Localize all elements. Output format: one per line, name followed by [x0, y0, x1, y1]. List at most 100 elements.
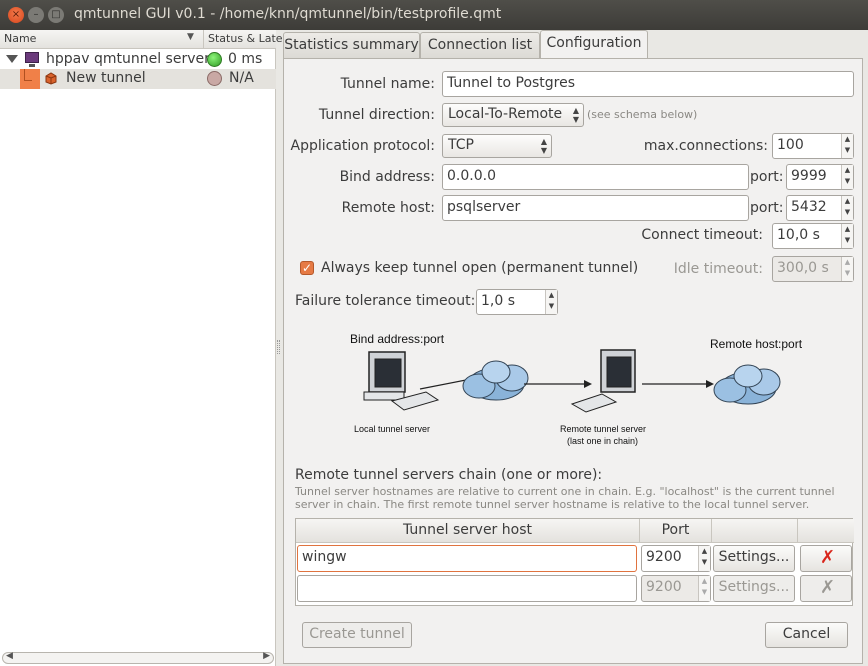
bind-port-spinbox[interactable]: 9999 ▲ ▼ [786, 164, 854, 190]
remote-cloud-icon [713, 364, 781, 405]
spin-arrows-icon[interactable]: ▲ ▼ [698, 576, 710, 601]
direction-hint: (see schema below) [587, 108, 698, 121]
chain-table: Tunnel server host Port wingw 9200 ▲ ▼ Se… [295, 518, 854, 606]
idle-timeout-label: Idle timeout: [673, 261, 763, 277]
tree-branch-line [24, 69, 32, 81]
chain-port-value: 9200 [646, 549, 682, 565]
spin-arrows-icon[interactable]: ▲ ▼ [841, 165, 853, 189]
idle-timeout-value: 300,0 s [777, 260, 829, 276]
bind-address-input[interactable]: 0.0.0.0 [442, 164, 749, 190]
always-open-label[interactable]: Always keep tunnel open (permanent tunne… [321, 260, 638, 276]
chain-host-input[interactable]: wingw [297, 545, 637, 572]
connect-timeout-spinbox[interactable]: 10,0 s ▲ ▼ [772, 223, 854, 249]
protocol-value: TCP [448, 137, 474, 153]
col-header-host[interactable]: Tunnel server host [296, 519, 640, 543]
remove-x-icon: ✗ [820, 547, 836, 568]
col-header-settings [712, 519, 798, 543]
expand-arrow-icon[interactable] [6, 55, 18, 63]
remote-port-label: port: [750, 200, 784, 216]
failure-tolerance-label: Failure tolerance timeout: [295, 293, 476, 309]
chain-remove-button-disabled[interactable]: ✗ [800, 575, 852, 602]
spin-arrows-icon[interactable]: ▲ ▼ [841, 257, 853, 281]
tab-configuration[interactable]: Configuration [540, 30, 648, 59]
remote-host-input[interactable]: psqlserver [442, 195, 749, 221]
tunnel-name-input[interactable]: Tunnel to Postgres [442, 71, 854, 97]
chain-settings-button-disabled[interactable]: Settings... [713, 575, 795, 602]
updown-arrows-icon: ▲ ▼ [540, 137, 547, 155]
remote-host-label: Remote host: [341, 200, 435, 216]
chain-host-input-empty[interactable] [297, 575, 637, 602]
max-connections-label: max.connections: [643, 138, 768, 154]
max-connections-spinbox[interactable]: 100 ▲ ▼ [772, 133, 854, 159]
chain-settings-button[interactable]: Settings... [713, 545, 795, 572]
pane-splitter[interactable] [277, 340, 280, 354]
remove-x-icon: ✗ [820, 577, 836, 598]
title-bar: × – □ qmtunnel GUI v0.1 - /home/knn/qmtu… [0, 0, 868, 30]
diagram-remote-server-label: Remote tunnel server [560, 424, 647, 434]
server-status: 0 ms [228, 51, 263, 67]
tunnel-direction-label: Tunnel direction: [318, 107, 435, 123]
horizontal-scrollbar[interactable]: ◀ ▶ [2, 651, 274, 664]
tab-statistics-summary[interactable]: Statistics summary [283, 32, 420, 58]
local-computer-icon [363, 351, 440, 411]
tunnel-schema-diagram: Bind address:port Remote host:port Local… [334, 314, 834, 454]
bind-port-value: 9999 [791, 168, 827, 184]
diagram-local-server-label: Local tunnel server [354, 424, 431, 434]
connect-timeout-label: Connect timeout: [641, 227, 763, 243]
configuration-panel: Tunnel name: Tunnel to Postgres Tunnel d… [283, 58, 863, 664]
tunnel-direction-select[interactable]: Local-To-Remote ▲ ▼ [442, 103, 584, 127]
server-label: hppav qmtunnel server [46, 51, 210, 67]
spin-arrows-icon[interactable]: ▲ ▼ [841, 196, 853, 220]
chain-title: Remote tunnel servers chain (one or more… [295, 467, 603, 483]
connect-timeout-value: 10,0 s [777, 227, 820, 243]
max-connections-value: 100 [777, 137, 804, 153]
tunnel-icon [45, 72, 57, 85]
failure-tolerance-spinbox[interactable]: 1,0 s ▲ ▼ [476, 289, 558, 315]
failure-tolerance-value: 1,0 s [481, 293, 516, 309]
spin-arrows-icon[interactable]: ▲ ▼ [698, 546, 710, 571]
remote-computer-icon [570, 349, 636, 413]
spin-arrows-icon[interactable]: ▲ ▼ [841, 134, 853, 158]
scroll-right-icon[interactable]: ▶ [263, 651, 270, 661]
tree-item-tunnel[interactable]: New tunnel N/A [0, 69, 276, 89]
tree-col-name[interactable]: Name [4, 32, 36, 45]
close-window-icon[interactable]: × [8, 7, 24, 23]
col-header-remove [798, 519, 854, 543]
protocol-label: Application protocol: [290, 138, 436, 154]
chain-note: Tunnel server hostnames are relative to … [295, 485, 835, 511]
maximize-window-icon[interactable]: □ [48, 7, 64, 23]
tunnel-label: New tunnel [66, 70, 146, 86]
tunnel-name-label: Tunnel name: [340, 76, 435, 92]
sort-down-icon[interactable]: ▼ [187, 32, 194, 42]
remote-port-value: 5432 [791, 199, 827, 215]
tunnel-direction-value: Local-To-Remote [448, 106, 563, 122]
chain-remove-button[interactable]: ✗ [800, 545, 852, 572]
tree-item-server[interactable]: hppav qmtunnel server 0 ms [0, 50, 276, 70]
col-separator[interactable] [203, 30, 204, 49]
updown-arrows-icon: ▲ ▼ [572, 106, 579, 124]
chain-port-spinbox[interactable]: 9200 ▲ ▼ [641, 545, 711, 572]
bind-address-label: Bind address: [339, 169, 435, 185]
remote-port-spinbox[interactable]: 5432 ▲ ▼ [786, 195, 854, 221]
monitor-icon [25, 52, 39, 67]
tab-connection-list[interactable]: Connection list [420, 32, 540, 58]
minimize-window-icon[interactable]: – [28, 7, 44, 23]
window-title: qmtunnel GUI v0.1 - /home/knn/qmtunnel/b… [74, 6, 502, 22]
tree-header: Name ▼ Status & Latency [0, 30, 302, 49]
always-open-checkbox[interactable]: ✓ [300, 261, 314, 275]
status-na-icon [207, 71, 222, 86]
network-cloud-icon [462, 360, 529, 401]
diagram-remote-server-sublabel: (last one in chain) [567, 436, 639, 446]
chain-port-spinbox-disabled[interactable]: 9200 ▲ ▼ [641, 575, 711, 602]
idle-timeout-spinbox[interactable]: 300,0 s ▲ ▼ [772, 256, 854, 282]
col-header-port[interactable]: Port [640, 519, 712, 543]
spin-arrows-icon[interactable]: ▲ ▼ [545, 290, 557, 314]
tunnel-status: N/A [229, 70, 254, 86]
scroll-left-icon[interactable]: ◀ [6, 651, 13, 661]
bind-port-label: port: [750, 169, 784, 185]
protocol-select[interactable]: TCP ▲ ▼ [442, 134, 552, 158]
cancel-button[interactable]: Cancel [765, 622, 848, 648]
tunnel-tree[interactable]: Name ▼ Status & Latency hppav qmtunnel s… [0, 30, 302, 666]
spin-arrows-icon[interactable]: ▲ ▼ [841, 224, 853, 248]
create-tunnel-button[interactable]: Create tunnel [302, 622, 412, 648]
